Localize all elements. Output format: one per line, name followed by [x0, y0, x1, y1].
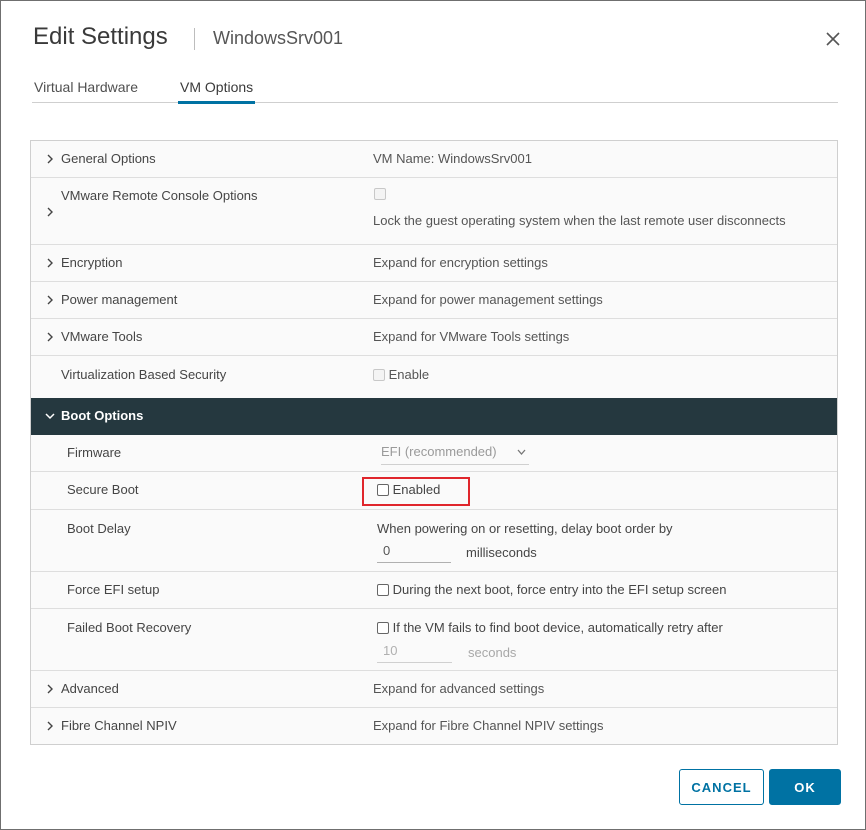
cancel-button[interactable]: CANCEL [679, 769, 764, 805]
close-icon[interactable] [823, 29, 843, 49]
row-label: Boot Delay [67, 521, 131, 536]
row-value: Expand for VMware Tools settings [373, 329, 570, 344]
chevron-right-icon[interactable] [45, 721, 55, 731]
row-label: Fibre Channel NPIV [61, 718, 177, 733]
row-label: Secure Boot [67, 482, 139, 497]
tab-virtual-hardware[interactable]: Virtual Hardware [34, 79, 138, 103]
row-label: VMware Tools [61, 329, 143, 344]
row-failed-boot-recovery: Failed Boot Recovery If the VM fails to … [31, 609, 837, 671]
ok-button[interactable]: OK [769, 769, 841, 805]
row-value: Expand for encryption settings [373, 255, 548, 270]
row-vbs: Virtualization Based Security Enable [31, 356, 837, 398]
chevron-right-icon[interactable] [45, 207, 55, 217]
force-efi-control[interactable]: During the next boot, force entry into t… [377, 582, 726, 597]
vmrc-lock-text: Lock the guest operating system when the… [373, 213, 786, 228]
vbs-enable-label: Enable [388, 367, 430, 382]
row-vmware-tools[interactable]: VMware Tools Expand for VMware Tools set… [31, 319, 837, 356]
row-value: Expand for power management settings [373, 292, 603, 307]
row-firmware: Firmware EFI (recommended) [31, 435, 837, 472]
firmware-select[interactable]: EFI (recommended) [381, 444, 529, 465]
chevron-down-icon[interactable] [45, 411, 55, 421]
row-label: Failed Boot Recovery [67, 620, 192, 635]
failed-boot-recovery-text: If the VM fails to find boot device, aut… [392, 620, 723, 635]
row-label: Virtualization Based Security [61, 367, 227, 382]
boot-delay-input[interactable]: 0 [377, 541, 451, 563]
vmrc-lock-checkbox [374, 188, 386, 200]
dialog-subtitle: WindowsSrv001 [213, 28, 344, 48]
failed-boot-recovery-checkbox[interactable] [377, 622, 389, 634]
row-value: Expand for advanced settings [373, 681, 545, 696]
failed-boot-recovery-control[interactable]: If the VM fails to find boot device, aut… [377, 620, 723, 635]
boot-options-header[interactable]: Boot Options [31, 398, 837, 435]
tab-bar: Virtual Hardware VM Options [32, 79, 838, 104]
boot-delay-text: When powering on or resetting, delay boo… [377, 521, 673, 536]
row-label: General Options [61, 151, 156, 166]
row-fibre-channel-npiv[interactable]: Fibre Channel NPIV Expand for Fibre Chan… [31, 708, 837, 744]
boot-delay-unit: milliseconds [466, 545, 537, 560]
chevron-right-icon[interactable] [45, 332, 55, 342]
row-general-options[interactable]: General Options VM Name: WindowsSrv001 [31, 141, 837, 178]
force-efi-checkbox[interactable] [377, 584, 389, 596]
row-label: VMware Remote Console Options [61, 188, 258, 203]
chevron-right-icon[interactable] [45, 258, 55, 268]
row-value: VM Name: WindowsSrv001 [373, 151, 532, 166]
vbs-enable-control: Enable [373, 367, 429, 382]
title-separator [194, 28, 195, 50]
retry-seconds-input: 10 [377, 641, 452, 663]
row-vmrc-options[interactable]: VMware Remote Console Options Lock the g… [31, 178, 837, 245]
row-label: Power management [61, 292, 178, 307]
chevron-right-icon[interactable] [45, 684, 55, 694]
secure-boot-highlight-box [362, 477, 470, 506]
row-force-efi: Force EFI setup During the next boot, fo… [31, 572, 837, 609]
chevron-down-icon [517, 449, 526, 455]
row-label: Advanced [61, 681, 119, 696]
boot-options-title: Boot Options [61, 408, 144, 423]
row-value: Expand for Fibre Channel NPIV settings [373, 718, 604, 733]
row-encryption[interactable]: Encryption Expand for encryption setting… [31, 245, 837, 282]
row-boot-delay: Boot Delay When powering on or resetting… [31, 510, 837, 572]
firmware-selected-value: EFI (recommended) [381, 444, 497, 459]
retry-seconds-unit: seconds [468, 645, 517, 660]
row-power-management[interactable]: Power management Expand for power manage… [31, 282, 837, 319]
vbs-checkbox [373, 369, 385, 381]
row-label: Encryption [61, 255, 123, 270]
row-label: Firmware [67, 445, 122, 460]
force-efi-text: During the next boot, force entry into t… [392, 582, 727, 597]
chevron-right-icon[interactable] [45, 295, 55, 305]
edit-settings-dialog: Edit Settings WindowsSrv001 Virtual Hard… [0, 0, 866, 830]
chevron-right-icon[interactable] [45, 154, 55, 164]
row-label: Force EFI setup [67, 582, 160, 597]
vm-options-panel: General Options VM Name: WindowsSrv001 V… [30, 140, 838, 745]
dialog-title: Edit Settings [33, 23, 168, 50]
tab-vm-options[interactable]: VM Options [178, 79, 256, 104]
row-advanced[interactable]: Advanced Expand for advanced settings [31, 671, 837, 708]
